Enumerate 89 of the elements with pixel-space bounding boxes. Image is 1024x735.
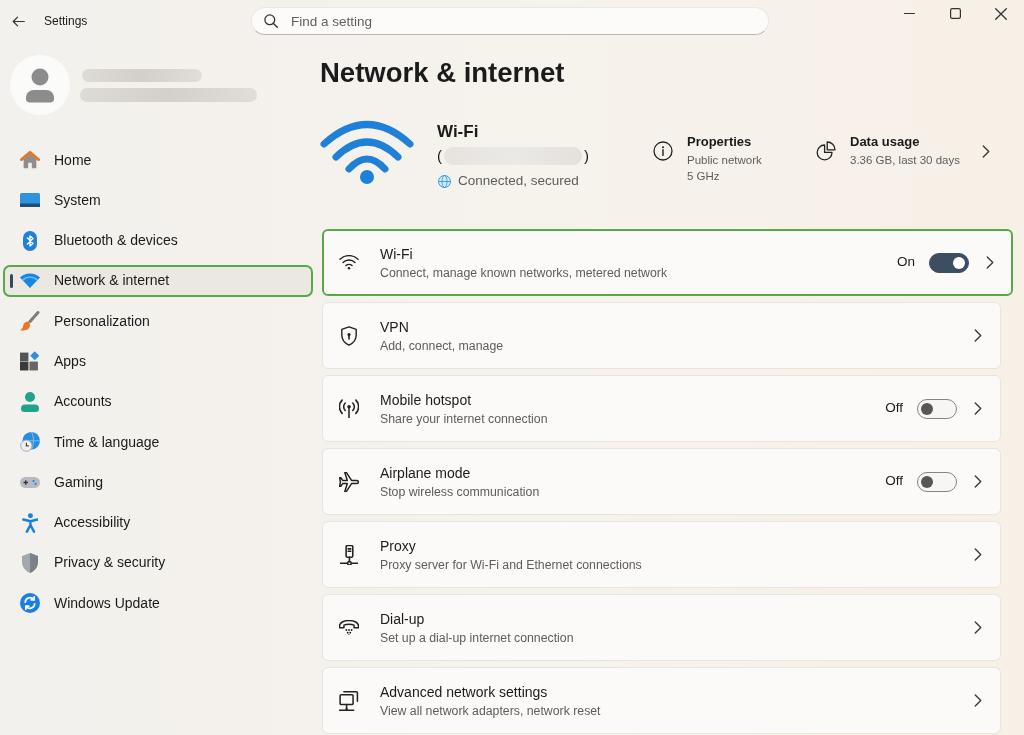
chevron-right-icon [974, 694, 982, 707]
home-icon [20, 151, 40, 169]
pie-chart-icon [816, 141, 836, 161]
setting-title: Advanced network settings [380, 682, 549, 701]
setting-title: Proxy [380, 536, 417, 555]
sidebar-item[interactable]: Windows Update [3, 587, 313, 620]
network-name-bracket: ( [437, 145, 442, 166]
toggle-switch[interactable] [917, 471, 957, 492]
chevron-right-icon [974, 475, 982, 488]
setting-title: VPN [380, 317, 410, 336]
setting-title: Mobile hotspot [380, 390, 473, 409]
toggle-state-label: Off [885, 399, 903, 418]
wifi-icon [339, 255, 359, 270]
setting-subtitle: Share your internet connection [380, 410, 549, 427]
sidebar-item[interactable]: Network & internet [3, 264, 313, 297]
phone-icon [339, 619, 359, 636]
toggle-switch[interactable] [917, 398, 957, 419]
data-usage-title: Data usage [850, 133, 921, 151]
network-device-icon [339, 544, 359, 565]
antenna-icon [339, 398, 359, 419]
setting-title: Airplane mode [380, 463, 472, 482]
setting-card[interactable]: Wi-Fi Connect, manage known networks, metered network On [322, 229, 1013, 296]
person-icon [21, 391, 39, 412]
setting-card[interactable]: Airplane mode Stop wireless communication Off [322, 448, 1001, 515]
window-title: Settings [44, 13, 88, 30]
back-arrow-icon [11, 15, 25, 27]
setting-card[interactable]: Dial-up Set up a dial-up internet connection [322, 594, 1001, 661]
toggle-state-label: Off [885, 472, 903, 491]
avatar-icon [10, 55, 70, 115]
sidebar-item[interactable]: Home [3, 144, 313, 176]
paintbrush-icon [20, 311, 40, 332]
setting-title: Dial-up [380, 609, 426, 628]
chevron-right-icon [974, 548, 982, 561]
connection-status: Connected, secured [458, 171, 579, 190]
sync-icon [20, 593, 40, 614]
page-title: Network & internet [320, 57, 566, 89]
network-name-bracket: ) [584, 145, 589, 166]
setting-subtitle: Connect, manage known networks, metered network [380, 264, 669, 281]
sidebar-item[interactable]: Gaming [3, 466, 313, 499]
gamepad-icon [20, 476, 40, 488]
properties-detail: Public network [687, 153, 762, 168]
maximize-icon [949, 8, 961, 19]
chevron-right-icon [974, 621, 982, 634]
setting-subtitle: Add, connect, manage [380, 337, 505, 354]
close-icon [995, 7, 1007, 20]
search-icon [264, 14, 278, 28]
selection-indicator [10, 273, 13, 288]
sidebar-item[interactable]: Time & language [3, 426, 313, 459]
setting-card[interactable]: VPN Add, connect, manage [322, 302, 1001, 369]
setting-subtitle: Set up a dial-up internet connection [380, 629, 575, 646]
computer-icon [339, 690, 359, 711]
sidebar-item[interactable]: Privacy & security [3, 546, 313, 579]
chevron-right-icon [986, 256, 994, 269]
connection-name: Wi-Fi [437, 121, 480, 143]
setting-card[interactable]: Proxy Proxy server for Wi-Fi and Ethernet connections [322, 521, 1001, 588]
chevron-right-icon [974, 329, 982, 342]
wifi-icon [320, 119, 414, 185]
sidebar-item[interactable]: Apps [3, 345, 313, 378]
sidebar-item[interactable]: Personalization [3, 305, 313, 338]
chevron-right-icon [974, 402, 982, 415]
sidebar-item[interactable]: System [3, 184, 313, 217]
setting-subtitle: Stop wireless communication [380, 483, 541, 500]
toggle-switch[interactable] [929, 252, 969, 273]
laptop-icon [20, 193, 40, 208]
search-field[interactable]: Find a setting [251, 7, 769, 35]
sidebar-item[interactable]: Bluetooth & devices [3, 224, 313, 257]
chevron-right-icon [982, 145, 990, 158]
setting-subtitle: View all network adapters, network reset [380, 702, 602, 719]
shield-icon [22, 552, 38, 573]
sidebar-item[interactable]: Accessibility [3, 506, 313, 539]
toggle-state-label: On [897, 253, 915, 272]
properties-detail: 5 GHz [687, 169, 721, 184]
airplane-icon [339, 471, 359, 492]
data-usage-detail: 3.36 GB, last 30 days [850, 153, 960, 168]
globe-icon [438, 174, 451, 188]
minimize-icon [903, 12, 915, 15]
globe-clock-icon [20, 432, 40, 453]
apps-icon [20, 351, 40, 372]
shield-lock-icon [341, 325, 357, 346]
accessibility-icon [21, 512, 39, 533]
setting-subtitle: Proxy server for Wi-Fi and Ethernet connections [380, 556, 643, 573]
setting-card[interactable]: Mobile hotspot Share your internet connection Off [322, 375, 1001, 442]
setting-title: Wi-Fi [380, 244, 414, 263]
info-icon [653, 141, 673, 161]
sidebar-item[interactable]: Accounts [3, 385, 313, 418]
properties-title: Properties [687, 133, 753, 151]
bluetooth-icon [23, 230, 37, 251]
wifi-icon [20, 273, 40, 289]
setting-card[interactable]: Advanced network settings View all network adapters, network reset [322, 667, 1001, 734]
